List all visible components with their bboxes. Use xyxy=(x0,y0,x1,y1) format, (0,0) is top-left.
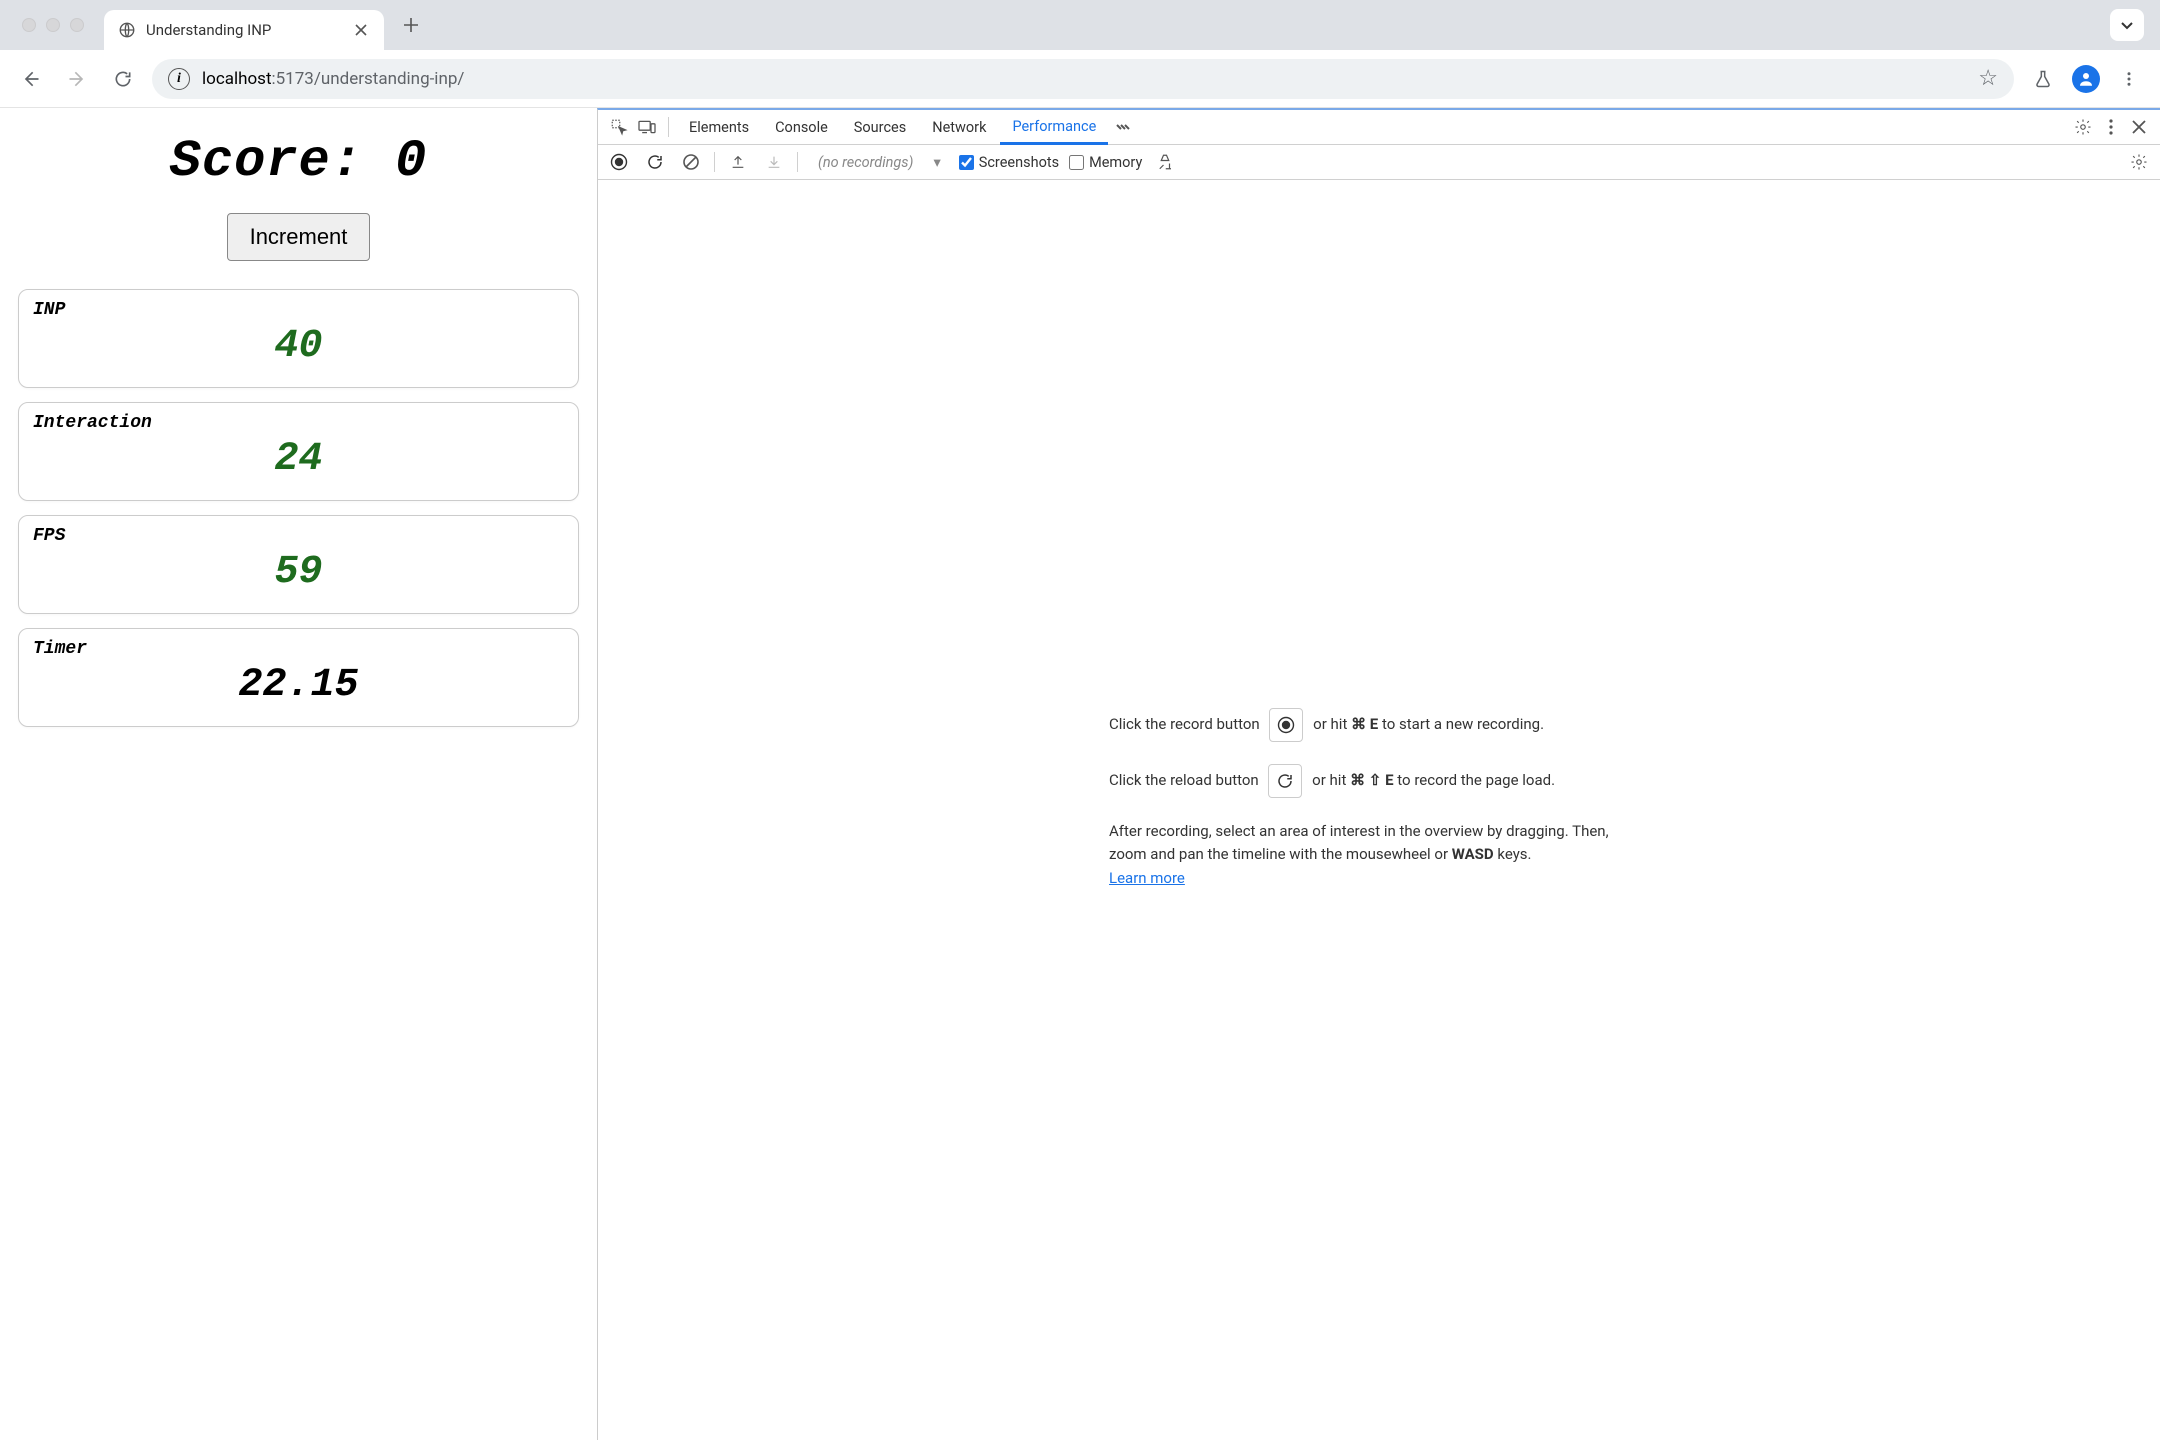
metric-card-timer: Timer 22.15 xyxy=(18,628,579,727)
settings-icon[interactable] xyxy=(2070,114,2096,140)
tab-bar: Understanding INP xyxy=(0,0,2160,50)
address-bar[interactable]: i localhost:5173/understanding-inp/ ☆ xyxy=(152,59,2014,99)
help-pan-line: After recording, select an area of inter… xyxy=(1109,820,1649,890)
download-icon[interactable] xyxy=(761,149,787,175)
metric-card-inp: INP 40 xyxy=(18,289,579,388)
new-tab-button[interactable] xyxy=(396,10,426,40)
reload-button[interactable] xyxy=(106,62,140,96)
minimize-window-icon[interactable] xyxy=(46,18,60,32)
screenshots-checkbox[interactable]: Screenshots xyxy=(959,154,1059,171)
tab-elements[interactable]: Elements xyxy=(677,112,761,143)
metric-card-interaction: Interaction 24 xyxy=(18,402,579,501)
metric-label: INP xyxy=(33,300,564,320)
profile-avatar[interactable] xyxy=(2072,65,2100,93)
url-text: localhost:5173/understanding-inp/ xyxy=(202,69,464,89)
back-button[interactable] xyxy=(14,62,48,96)
menu-icon[interactable] xyxy=(2112,62,2146,96)
metric-card-fps: FPS 59 xyxy=(18,515,579,614)
inspect-element-icon[interactable] xyxy=(606,114,632,140)
reload-icon xyxy=(1268,764,1302,798)
labs-icon[interactable] xyxy=(2026,62,2060,96)
record-icon xyxy=(1269,708,1303,742)
browser-tab[interactable]: Understanding INP xyxy=(104,10,384,50)
clear-icon[interactable] xyxy=(678,149,704,175)
panel-settings-icon[interactable] xyxy=(2126,149,2152,175)
metric-value: 40 xyxy=(33,324,564,369)
site-info-icon[interactable]: i xyxy=(168,68,190,90)
upload-icon[interactable] xyxy=(725,149,751,175)
devtools-tabs: Elements Console Sources Network Perform… xyxy=(598,110,2160,145)
kebab-menu-icon[interactable] xyxy=(2098,114,2124,140)
recordings-dropdown[interactable]: (no recordings) xyxy=(808,154,923,171)
window-controls xyxy=(10,18,104,32)
performance-toolbar: (no recordings) ▾ Screenshots Memory xyxy=(598,145,2160,180)
tab-console[interactable]: Console xyxy=(763,112,840,143)
globe-icon xyxy=(118,21,136,39)
increment-button[interactable]: Increment xyxy=(227,213,371,261)
metric-label: Interaction xyxy=(33,413,564,433)
metric-label: Timer xyxy=(33,639,564,659)
more-tabs-icon[interactable] xyxy=(1110,114,1136,140)
reload-record-icon[interactable] xyxy=(642,149,668,175)
tab-sources[interactable]: Sources xyxy=(842,112,918,143)
garbage-collect-icon[interactable] xyxy=(1152,149,1178,175)
toolbar: i localhost:5173/understanding-inp/ ☆ xyxy=(0,50,2160,108)
tab-dropdown-button[interactable] xyxy=(2110,9,2144,41)
help-record-line: Click the record button or hit ⌘ E to st… xyxy=(1109,708,1649,742)
performance-help: Click the record button or hit ⌘ E to st… xyxy=(598,180,2160,1440)
chevron-down-icon[interactable]: ▾ xyxy=(933,154,940,171)
help-reload-line: Click the reload button or hit ⌘ ⇧ E to … xyxy=(1109,764,1649,798)
maximize-window-icon[interactable] xyxy=(70,18,84,32)
forward-button[interactable] xyxy=(60,62,94,96)
metric-value: 59 xyxy=(33,550,564,595)
close-tab-icon[interactable] xyxy=(352,21,370,39)
metric-value: 24 xyxy=(33,437,564,482)
metric-value: 22.15 xyxy=(33,663,564,708)
score-title: Score: 0 xyxy=(18,132,579,191)
tab-title: Understanding INP xyxy=(146,21,271,39)
device-toolbar-icon[interactable] xyxy=(634,114,660,140)
record-icon[interactable] xyxy=(606,149,632,175)
devtools-panel: Elements Console Sources Network Perform… xyxy=(597,108,2160,1440)
close-devtools-icon[interactable] xyxy=(2126,114,2152,140)
close-window-icon[interactable] xyxy=(22,18,36,32)
metric-label: FPS xyxy=(33,526,564,546)
bookmark-star-icon[interactable]: ☆ xyxy=(1978,66,1998,91)
memory-checkbox[interactable]: Memory xyxy=(1069,154,1142,171)
tab-performance[interactable]: Performance xyxy=(1000,111,1108,145)
learn-more-link[interactable]: Learn more xyxy=(1109,869,1185,887)
tab-network[interactable]: Network xyxy=(920,112,998,143)
page-content: Score: 0 Increment INP 40 Interaction 24… xyxy=(0,108,597,1440)
